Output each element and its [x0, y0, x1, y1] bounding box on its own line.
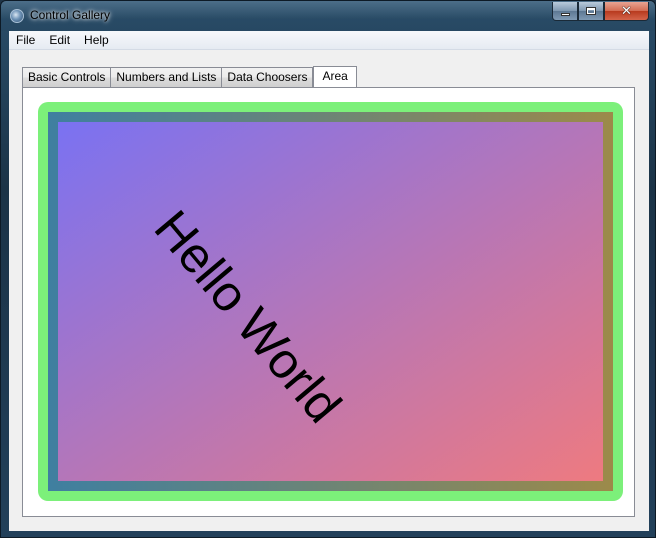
minimize-button[interactable]	[552, 2, 578, 21]
tab-strip: Basic Controls Numbers and Lists Data Ch…	[22, 65, 357, 88]
menu-edit[interactable]: Edit	[42, 31, 77, 50]
tab-basic-controls[interactable]: Basic Controls	[22, 67, 111, 87]
gradient-fill-rect	[58, 122, 603, 481]
area-canvas: Hello World	[38, 102, 623, 501]
app-icon	[10, 9, 24, 23]
tab-numbers-and-lists[interactable]: Numbers and Lists	[110, 67, 222, 87]
drawing-area[interactable]: Hello World	[38, 102, 623, 501]
menu-file[interactable]: File	[9, 31, 42, 50]
close-button[interactable]: ✕	[604, 2, 649, 21]
client-area: File Edit Help Basic Controls Numbers an…	[9, 31, 649, 531]
maximize-icon	[586, 7, 596, 15]
tab-panel-area: Hello World	[22, 87, 635, 517]
caption-buttons: ✕	[552, 2, 649, 21]
title-bar[interactable]: Control Gallery ✕	[1, 1, 655, 31]
window-title: Control Gallery	[30, 8, 111, 22]
close-icon: ✕	[621, 3, 632, 19]
main-window: Control Gallery ✕ File Edit Help Basic C…	[0, 0, 656, 538]
maximize-button[interactable]	[578, 2, 604, 21]
menu-bar: File Edit Help	[9, 31, 649, 50]
tab-data-choosers[interactable]: Data Choosers	[221, 67, 314, 87]
menu-help[interactable]: Help	[77, 31, 116, 50]
tab-area[interactable]: Area	[313, 66, 357, 88]
minimize-icon	[560, 12, 570, 16]
